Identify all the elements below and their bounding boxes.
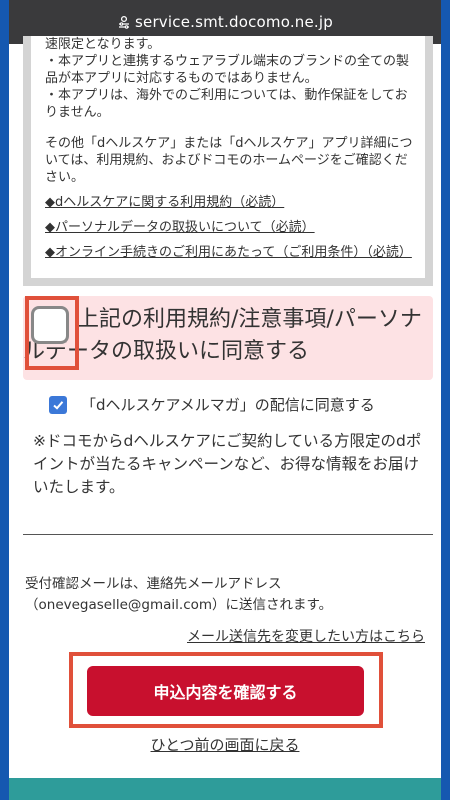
divider [23, 534, 433, 535]
terms-line: ・本アプリと連携するウェアラブル端末のブランドの全ての製品が本アプリに対応するも… [45, 54, 410, 86]
terms-paragraph: その他「dヘルスケア」または「dヘルスケア」アプリ詳細については、利用規約、およ… [45, 136, 413, 185]
back-link-row: ひとつ前の画面に戻る [9, 734, 441, 755]
terms-link-personal-data[interactable]: ◆パーソナルデータの取扱いについて（必読） [45, 219, 415, 236]
terms-link-online-procedures[interactable]: ◆オンライン手続きのご利用にあたって（ご利用条件）（必読） [45, 244, 415, 261]
confirm-application-button[interactable]: 申込内容を確認する [87, 666, 364, 716]
site-info-icon [117, 15, 131, 29]
agreement-label[interactable]: 上記の利用規約/注意事項/パーソナルデータの取扱いに同意する [23, 304, 423, 368]
newsletter-note: ※ドコモからdヘルスケアにご契約している方限定のdポイントが当たるキャンペーンな… [33, 432, 422, 496]
url-text: service.smt.docomo.ne.jp [135, 13, 333, 31]
checkmark-icon [53, 400, 64, 410]
terms-scroll-box[interactable]: 速限定となります。 ・本アプリと連携するウェアラブル端末のブランドの全ての製品が… [23, 36, 433, 286]
terms-content: 速限定となります。 ・本アプリと連携するウェアラブル端末のブランドの全ての製品が… [31, 36, 425, 278]
terms-link-dhealthcare[interactable]: ◆dヘルスケアに関する利用規約（必読） [45, 194, 415, 211]
change-email-link[interactable]: メール送信先を変更したい方はこちら [187, 626, 425, 646]
agreement-panel: 上記の利用規約/注意事項/パーソナルデータの取扱いに同意する [23, 296, 433, 380]
back-link[interactable]: ひとつ前の画面に戻る [151, 736, 300, 754]
terms-line: 速限定となります。 [45, 37, 161, 52]
browser-frame: service.smt.docomo.ne.jp 速限定となります。 ・本アプリ… [9, 0, 441, 800]
bottom-bar [9, 778, 441, 800]
newsletter-label: 「dヘルスケアメルマガ」の配信に同意する [81, 396, 375, 414]
newsletter-checkbox[interactable] [49, 395, 67, 414]
terms-line: ・本アプリは、海外でのご利用については、動作保証をしておりません。 [45, 88, 408, 120]
newsletter-option[interactable]: 「dヘルスケアメルマガ」の配信に同意する [49, 394, 375, 415]
agreement-checkbox[interactable] [31, 306, 69, 344]
confirmation-mail-text: 受付確認メールは、連絡先メールアドレス（onevegaselle@gmail.c… [25, 576, 333, 613]
